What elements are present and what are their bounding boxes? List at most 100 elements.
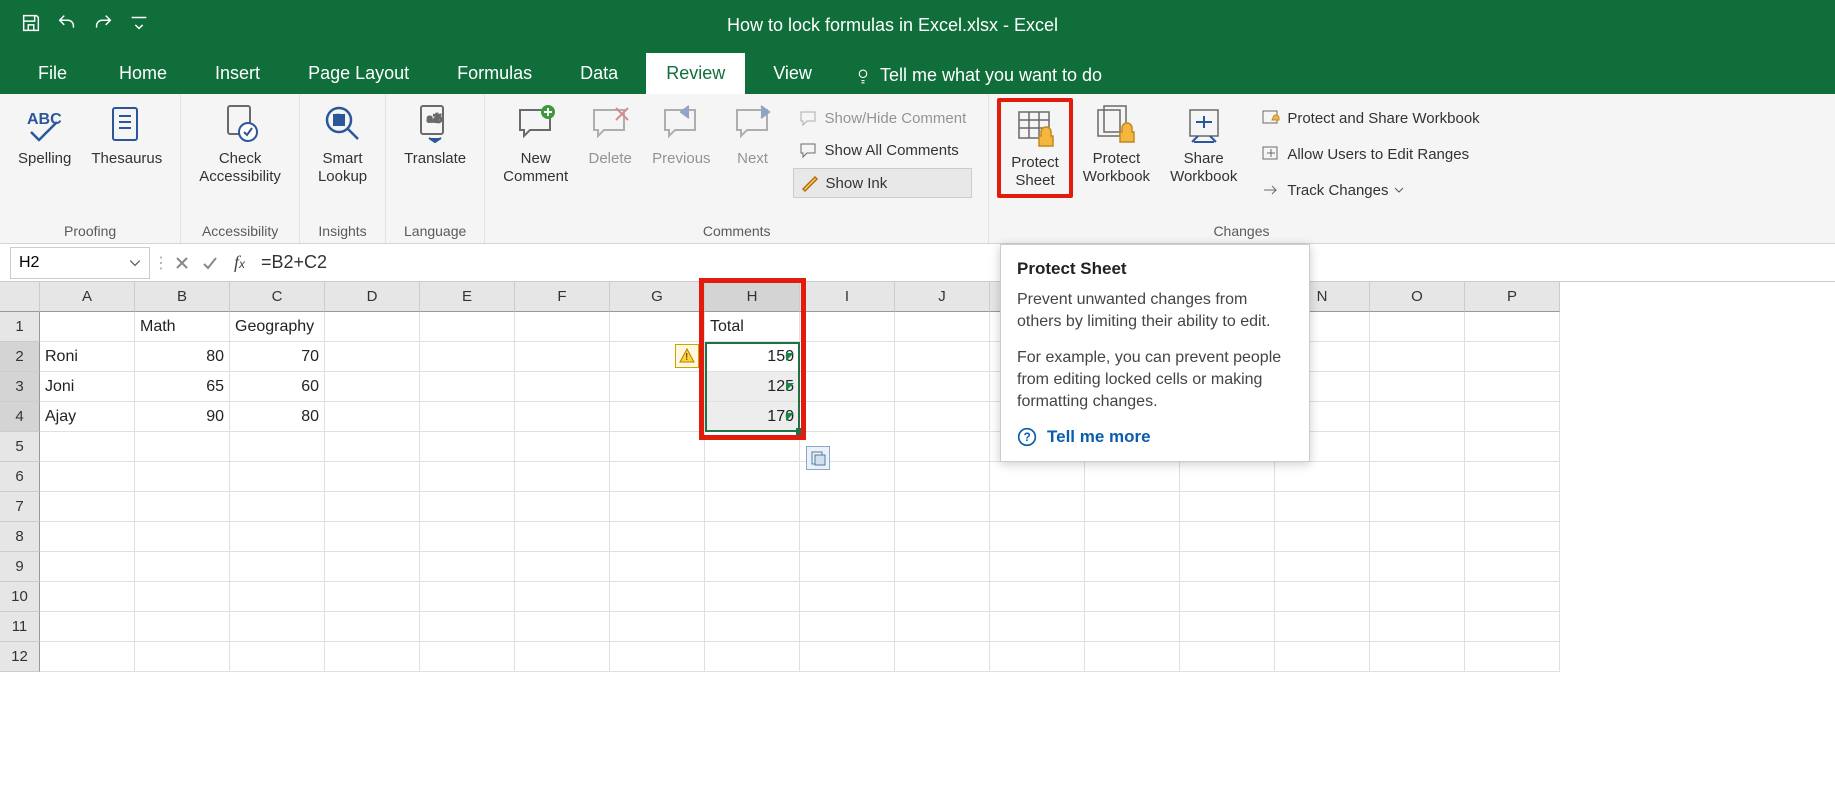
cell-F9[interactable]	[515, 552, 610, 582]
row-header-3[interactable]: 3	[0, 372, 40, 402]
cell-D1[interactable]	[325, 312, 420, 342]
cell-A9[interactable]	[40, 552, 135, 582]
cell-N9[interactable]	[1275, 552, 1370, 582]
cell-B6[interactable]	[135, 462, 230, 492]
cell-P6[interactable]	[1465, 462, 1560, 492]
row-header-6[interactable]: 6	[0, 462, 40, 492]
cell-L8[interactable]	[1085, 522, 1180, 552]
cell-B4[interactable]: 90	[135, 402, 230, 432]
tab-review[interactable]: Review	[646, 53, 745, 94]
cell-A2[interactable]: Roni	[40, 342, 135, 372]
cell-M10[interactable]	[1180, 582, 1275, 612]
cell-J11[interactable]	[895, 612, 990, 642]
share-workbook-button[interactable]: Share Workbook	[1160, 98, 1247, 198]
cell-C4[interactable]: 80	[230, 402, 325, 432]
cell-D6[interactable]	[325, 462, 420, 492]
row-header-4[interactable]: 4	[0, 402, 40, 432]
cell-C2[interactable]: 70	[230, 342, 325, 372]
cell-C8[interactable]	[230, 522, 325, 552]
cell-B9[interactable]	[135, 552, 230, 582]
cell-N6[interactable]	[1275, 462, 1370, 492]
column-header-J[interactable]: J	[895, 282, 990, 312]
spelling-button[interactable]: ABC Spelling	[8, 98, 81, 172]
cell-F10[interactable]	[515, 582, 610, 612]
smart-lookup-button[interactable]: i Smart Lookup	[308, 98, 377, 190]
protect-share-workbook-button[interactable]: Protect and Share Workbook	[1255, 104, 1485, 132]
cell-A10[interactable]	[40, 582, 135, 612]
cell-B7[interactable]	[135, 492, 230, 522]
cell-J4[interactable]	[895, 402, 990, 432]
cell-M9[interactable]	[1180, 552, 1275, 582]
tab-data[interactable]: Data	[560, 53, 638, 94]
column-header-C[interactable]: C	[230, 282, 325, 312]
cell-G9[interactable]	[610, 552, 705, 582]
column-header-E[interactable]: E	[420, 282, 515, 312]
cell-O8[interactable]	[1370, 522, 1465, 552]
track-changes-button[interactable]: Track Changes	[1255, 176, 1485, 204]
cell-B2[interactable]: 80	[135, 342, 230, 372]
cell-E8[interactable]	[420, 522, 515, 552]
cell-G5[interactable]	[610, 432, 705, 462]
cell-O4[interactable]	[1370, 402, 1465, 432]
cell-H5[interactable]	[705, 432, 800, 462]
cell-N11[interactable]	[1275, 612, 1370, 642]
cell-P9[interactable]	[1465, 552, 1560, 582]
column-header-B[interactable]: B	[135, 282, 230, 312]
cell-E11[interactable]	[420, 612, 515, 642]
cell-I1[interactable]	[800, 312, 895, 342]
cell-L6[interactable]	[1085, 462, 1180, 492]
cell-G3[interactable]	[610, 372, 705, 402]
cell-C1[interactable]: Geography	[230, 312, 325, 342]
redo-icon[interactable]	[92, 12, 114, 39]
check-accessibility-button[interactable]: Check Accessibility	[189, 98, 291, 190]
delete-comment-button[interactable]: Delete	[578, 98, 642, 172]
cell-C7[interactable]	[230, 492, 325, 522]
column-header-A[interactable]: A	[40, 282, 135, 312]
cell-O1[interactable]	[1370, 312, 1465, 342]
cell-I8[interactable]	[800, 522, 895, 552]
cell-G11[interactable]	[610, 612, 705, 642]
tell-me-more-link[interactable]: ? Tell me more	[1017, 427, 1293, 447]
row-header-7[interactable]: 7	[0, 492, 40, 522]
cell-O3[interactable]	[1370, 372, 1465, 402]
cell-I12[interactable]	[800, 642, 895, 672]
cell-I9[interactable]	[800, 552, 895, 582]
row-header-1[interactable]: 1	[0, 312, 40, 342]
cell-P10[interactable]	[1465, 582, 1560, 612]
show-hide-comment-button[interactable]: Show/Hide Comment	[793, 104, 973, 132]
cell-N12[interactable]	[1275, 642, 1370, 672]
cell-O7[interactable]	[1370, 492, 1465, 522]
cell-F4[interactable]	[515, 402, 610, 432]
name-box[interactable]: H2	[10, 247, 150, 279]
thesaurus-button[interactable]: Thesaurus	[81, 98, 172, 172]
cell-A1[interactable]	[40, 312, 135, 342]
cell-A11[interactable]	[40, 612, 135, 642]
cell-B1[interactable]: Math	[135, 312, 230, 342]
cell-L10[interactable]	[1085, 582, 1180, 612]
cell-N10[interactable]	[1275, 582, 1370, 612]
cell-E10[interactable]	[420, 582, 515, 612]
row-header-11[interactable]: 11	[0, 612, 40, 642]
row-header-12[interactable]: 12	[0, 642, 40, 672]
cell-D7[interactable]	[325, 492, 420, 522]
cell-H2[interactable]: 150	[705, 342, 800, 372]
cell-F7[interactable]	[515, 492, 610, 522]
cell-B12[interactable]	[135, 642, 230, 672]
cell-F12[interactable]	[515, 642, 610, 672]
cell-C10[interactable]	[230, 582, 325, 612]
cell-J3[interactable]	[895, 372, 990, 402]
smart-tag-paste[interactable]	[806, 446, 830, 470]
save-icon[interactable]	[20, 12, 42, 39]
cell-F8[interactable]	[515, 522, 610, 552]
cell-L9[interactable]	[1085, 552, 1180, 582]
tell-me-search[interactable]: Tell me what you want to do	[840, 57, 1116, 94]
column-header-P[interactable]: P	[1465, 282, 1560, 312]
cell-P4[interactable]	[1465, 402, 1560, 432]
cell-B8[interactable]	[135, 522, 230, 552]
show-all-comments-button[interactable]: Show All Comments	[793, 136, 973, 164]
cell-K11[interactable]	[990, 612, 1085, 642]
cell-H9[interactable]	[705, 552, 800, 582]
cell-B3[interactable]: 65	[135, 372, 230, 402]
cell-G10[interactable]	[610, 582, 705, 612]
column-header-F[interactable]: F	[515, 282, 610, 312]
